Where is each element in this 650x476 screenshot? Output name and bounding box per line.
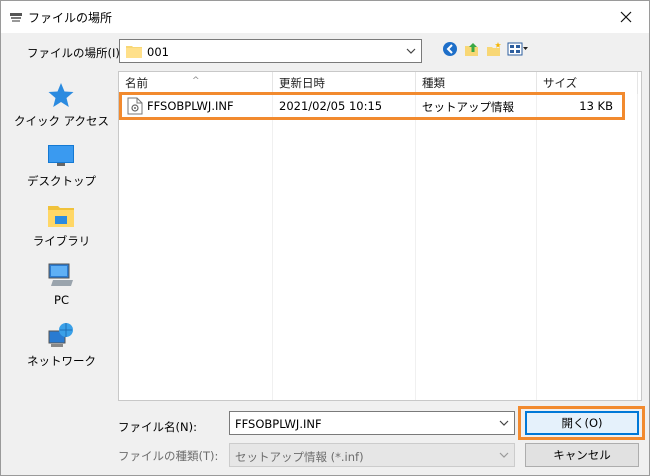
library-icon <box>48 206 74 227</box>
navigation-toolbar <box>439 39 531 59</box>
star-icon <box>48 83 74 107</box>
lookin-value: 001 <box>147 45 169 59</box>
place-network[interactable]: ネットワーク <box>9 321 114 377</box>
place-label: デスクトップ <box>27 174 96 188</box>
place-pc[interactable]: PC <box>9 261 114 317</box>
up-folder-icon <box>465 43 478 56</box>
chevron-down-icon[interactable] <box>405 45 417 57</box>
sort-ascending-icon: ^ <box>192 76 200 86</box>
filename-value: FFSOBPLWJ.INF <box>235 417 322 431</box>
close-button[interactable] <box>603 1 649 33</box>
column-guide <box>415 94 416 400</box>
place-desktop[interactable]: デスクトップ <box>9 141 114 197</box>
computer-icon <box>48 263 73 286</box>
column-header-modified[interactable]: 更新日時 <box>273 72 414 94</box>
cancel-button[interactable]: キャンセル <box>525 443 639 467</box>
window-title: ファイルの場所 <box>28 11 113 25</box>
place-label: ライブラリ <box>32 234 91 248</box>
network-icon <box>48 323 73 347</box>
back-button[interactable] <box>439 39 461 59</box>
column-divider[interactable] <box>637 72 638 94</box>
column-header-size[interactable]: サイズ <box>537 72 637 94</box>
lookin-combobox[interactable]: 001 <box>119 39 422 63</box>
filetype-value: セットアップ情報 (*.inf) <box>235 450 364 464</box>
close-icon <box>620 11 632 23</box>
place-label: クイック アクセス <box>13 114 110 128</box>
place-label: PC <box>54 293 69 307</box>
file-list[interactable]: ^ 名前 更新日時 種類 サイズ FFSOBPLWJ.INF 2021/02/0… <box>118 71 642 401</box>
highlight-box-file <box>119 92 625 120</box>
filetype-select[interactable]: セットアップ情報 (*.inf) <box>229 443 515 467</box>
place-quick-access[interactable]: クイック アクセス <box>9 81 114 137</box>
title-bar: ファイルの場所 <box>1 1 649 33</box>
column-header-type[interactable]: 種類 <box>416 72 536 94</box>
view-grid-icon <box>507 42 528 56</box>
folder-icon <box>126 46 142 58</box>
chevron-down-icon[interactable] <box>498 417 510 429</box>
column-guide <box>272 94 273 400</box>
filetype-label: ファイルの種類(T): <box>118 449 219 463</box>
lookin-label: ファイルの場所(I): <box>27 46 124 60</box>
chevron-down-icon[interactable] <box>498 449 510 461</box>
place-label: ネットワーク <box>27 354 96 368</box>
back-arrow-icon <box>443 42 457 56</box>
file-open-dialog: ファイルの場所 ファイルの場所(I): 001 クイック アクセス デスクトップ… <box>0 0 650 476</box>
column-guide <box>536 94 537 400</box>
new-folder-icon <box>487 42 501 56</box>
highlight-box-open <box>518 406 645 440</box>
desktop-icon <box>48 145 74 166</box>
filename-input[interactable]: FFSOBPLWJ.INF <box>229 411 515 435</box>
column-guide <box>637 94 638 400</box>
up-folder-button[interactable] <box>461 39 483 59</box>
app-icon <box>10 13 22 22</box>
view-menu-button[interactable] <box>505 39 531 59</box>
new-folder-button[interactable] <box>483 39 505 59</box>
filename-label: ファイル名(N): <box>118 420 197 434</box>
place-library[interactable]: ライブラリ <box>9 201 114 257</box>
places-bar: クイック アクセス デスクトップ ライブラリ PC ネットワーク <box>9 71 114 401</box>
column-header-name[interactable]: ^ 名前 <box>119 72 272 94</box>
